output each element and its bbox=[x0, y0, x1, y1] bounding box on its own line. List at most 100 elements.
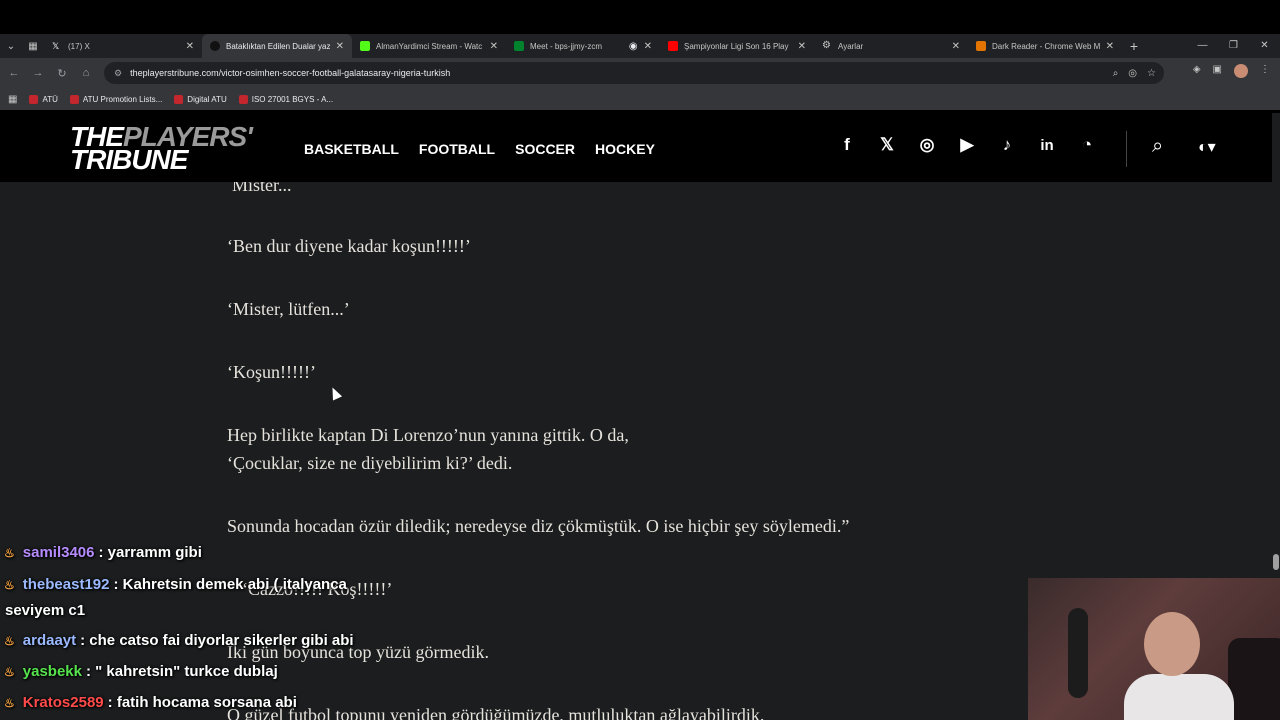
x-icon[interactable]: 𝕏 bbox=[876, 135, 898, 155]
chat-text: : yarramm gibi bbox=[98, 544, 202, 561]
tab-settings[interactable]: ⚙ Ayarlar ✕ bbox=[814, 34, 968, 58]
chat-badge-icon: ♨ bbox=[4, 696, 15, 710]
scrollbar-thumb[interactable] bbox=[1273, 554, 1279, 570]
gear-icon: ⚙ bbox=[822, 40, 831, 51]
restore-icon[interactable]: ❐ bbox=[1218, 34, 1249, 58]
close-icon[interactable]: ✕ bbox=[336, 41, 344, 52]
chat-message: ♨ thebeast192: Kahretsin demek abi ( ital… bbox=[4, 576, 347, 593]
bookmark-favicon-icon bbox=[174, 94, 184, 104]
nav-basketball[interactable]: BASKETBALL bbox=[304, 141, 399, 157]
tab-title: (17) X bbox=[68, 41, 90, 51]
bookmarks-bar: ▦ ATÜ ATU Promotion Lists... Digital ATU… bbox=[0, 88, 1280, 110]
url-text[interactable]: theplayerstribune.com/victor-osimhen-soc… bbox=[130, 68, 450, 78]
extension-icon[interactable]: ◈ bbox=[1193, 64, 1201, 78]
address-bar[interactable]: ⚙ theplayerstribune.com/victor-osimhen-s… bbox=[104, 62, 1164, 84]
linkedin-icon[interactable]: in bbox=[1036, 137, 1058, 154]
chat-text: : che catso fai diyorlar sikerler gibi a… bbox=[80, 632, 354, 649]
bookmark-label: ATU Promotion Lists... bbox=[82, 94, 163, 104]
tab-search-chevron-icon[interactable]: ⌄ bbox=[0, 36, 22, 56]
chat-message: ♨ Kratos2589: fatih hocama sorsana abi bbox=[4, 694, 297, 711]
chat-message: ♨ ardaayt: che catso fai diyorlar sikerle… bbox=[4, 632, 354, 649]
article-line: ‘Mister, lütfen...’ bbox=[227, 299, 350, 319]
facebook-icon[interactable]: f bbox=[836, 135, 858, 155]
chat-message: seviyem c1 bbox=[5, 602, 85, 619]
close-icon[interactable]: ✕ bbox=[186, 41, 194, 52]
bookmark-item[interactable]: ATÜ bbox=[29, 94, 58, 104]
article-line: ‘Çocuklar, size ne diyebilirim ki?’ dedi… bbox=[227, 453, 513, 473]
new-tab-button[interactable]: + bbox=[1122, 38, 1146, 54]
zoom-icon[interactable]: ⌕ bbox=[1113, 68, 1119, 79]
tab-title: Dark Reader - Chrome Web M bbox=[992, 41, 1100, 51]
recording-icon: ◉ bbox=[628, 40, 638, 52]
social-links: f 𝕏 ◎ ▶ ♪ in ◔ bbox=[836, 135, 1098, 155]
chat-text: : Kahretsin demek abi ( italyanca bbox=[113, 576, 347, 593]
close-icon[interactable]: ✕ bbox=[798, 41, 806, 52]
tab-title: Ayarlar bbox=[838, 41, 864, 51]
bookmark-label: ATÜ bbox=[42, 94, 58, 104]
close-icon[interactable]: ✕ bbox=[1106, 41, 1114, 52]
forward-arrow-icon[interactable]: → bbox=[26, 67, 50, 79]
close-icon[interactable]: ✕ bbox=[490, 41, 498, 52]
tab-kick-stream[interactable]: AlmanYardimci Stream - Watc ✕ bbox=[352, 34, 506, 58]
search-icon[interactable]: ⌕ bbox=[1152, 135, 1163, 158]
bookmark-favicon-icon bbox=[238, 94, 248, 104]
extensions-area: ◈ ▣ ⋮ bbox=[1193, 64, 1270, 78]
bookmark-item[interactable]: ATU Promotion Lists... bbox=[69, 94, 163, 104]
chat-badge-icon: ♨ bbox=[4, 665, 15, 679]
nav-hockey[interactable]: HOCKEY bbox=[595, 141, 655, 157]
eye-slash-icon[interactable]: ◎ bbox=[1128, 68, 1137, 79]
site-logo[interactable]: THEPLAYERS' TRIBUNE bbox=[70, 123, 282, 174]
rss-icon[interactable]: ◔ bbox=[1076, 135, 1098, 155]
chat-username: ardaayt bbox=[22, 632, 77, 649]
tab-group-icon[interactable]: ▦ bbox=[22, 36, 44, 56]
chat-text: seviyem c1 bbox=[5, 602, 86, 619]
bookmark-favicon-icon bbox=[29, 94, 39, 104]
profile-avatar[interactable] bbox=[1234, 64, 1248, 78]
tab-title: Bataklıktan Edilen Dualar yaza bbox=[226, 41, 330, 51]
puzzle-icon[interactable]: ▣ bbox=[1213, 64, 1222, 78]
menu-kebab-icon[interactable]: ⋮ bbox=[1260, 64, 1270, 78]
microphone bbox=[1068, 608, 1088, 698]
bookmark-item[interactable]: ISO 27001 BGYS - A... bbox=[238, 94, 334, 104]
globe-language-icon[interactable]: ◐▾ bbox=[1198, 137, 1216, 157]
streamer-head bbox=[1144, 612, 1200, 676]
back-arrow-icon[interactable]: ← bbox=[2, 67, 26, 79]
minimize-icon[interactable]: — bbox=[1187, 34, 1218, 58]
tab-strip: ⌄ ▦ 𝕏 (17) X ✕ Bataklıktan Edilen Dualar… bbox=[0, 34, 1280, 58]
nav-soccer[interactable]: SOCCER bbox=[515, 141, 575, 157]
article-line: ‘Koşun!!!!!’ bbox=[227, 362, 316, 382]
article-line: ‘Ben dur diyene kadar koşun!!!!!’ bbox=[227, 236, 471, 256]
nav-football[interactable]: FOOTBALL bbox=[419, 141, 495, 157]
bookmark-item[interactable]: Digital ATU bbox=[174, 94, 227, 104]
tab-x[interactable]: 𝕏 (17) X ✕ bbox=[44, 34, 202, 58]
x-logo-icon: 𝕏 bbox=[52, 41, 60, 51]
chat-username: Kratos2589 bbox=[22, 694, 104, 711]
tab-youtube[interactable]: Şampiyonlar Ligi Son 16 Play ✕ bbox=[660, 34, 814, 58]
article-line: O güzel futbol topunu yeniden gördüğümüz… bbox=[227, 705, 765, 720]
reload-icon[interactable]: ↻ bbox=[50, 67, 74, 80]
tab-dark-reader[interactable]: Dark Reader - Chrome Web M ✕ bbox=[968, 34, 1122, 58]
streamer-shirt bbox=[1124, 674, 1234, 720]
article-line: Mister... bbox=[232, 182, 292, 195]
site-nav: BASKETBALL FOOTBALL SOCCER HOCKEY bbox=[304, 141, 655, 157]
close-icon[interactable]: ✕ bbox=[952, 41, 960, 52]
bookmark-star-icon[interactable]: ☆ bbox=[1147, 68, 1156, 79]
close-icon[interactable]: ✕ bbox=[644, 41, 652, 52]
close-window-icon[interactable]: ✕ bbox=[1249, 34, 1280, 58]
tiktok-icon[interactable]: ♪ bbox=[996, 135, 1018, 155]
instagram-icon[interactable]: ◎ bbox=[916, 135, 938, 155]
site-info-icon[interactable]: ⚙ bbox=[114, 68, 122, 79]
chat-username: thebeast192 bbox=[22, 576, 110, 593]
apps-grid-icon[interactable]: ▦ bbox=[8, 94, 17, 105]
bookmark-label: ISO 27001 BGYS - A... bbox=[251, 94, 334, 104]
tab-meet[interactable]: Meet - bps-jjmy-zcm ◉ ✕ bbox=[506, 34, 660, 58]
meet-logo-icon bbox=[514, 41, 524, 51]
chat-message: ♨ yasbekk: " kahretsin" turkce dublaj bbox=[4, 663, 278, 680]
tab-title: AlmanYardimci Stream - Watc bbox=[376, 41, 483, 51]
article-line: Sonunda hocadan özür diledik; neredeyse … bbox=[227, 516, 850, 536]
youtube-icon[interactable]: ▶ bbox=[956, 135, 978, 155]
tab-article[interactable]: Bataklıktan Edilen Dualar yaza ✕ bbox=[202, 34, 352, 58]
home-icon[interactable]: ⌂ bbox=[74, 67, 98, 79]
bookmark-label: Digital ATU bbox=[187, 94, 227, 104]
tab-title: Meet - bps-jjmy-zcm bbox=[530, 41, 603, 51]
